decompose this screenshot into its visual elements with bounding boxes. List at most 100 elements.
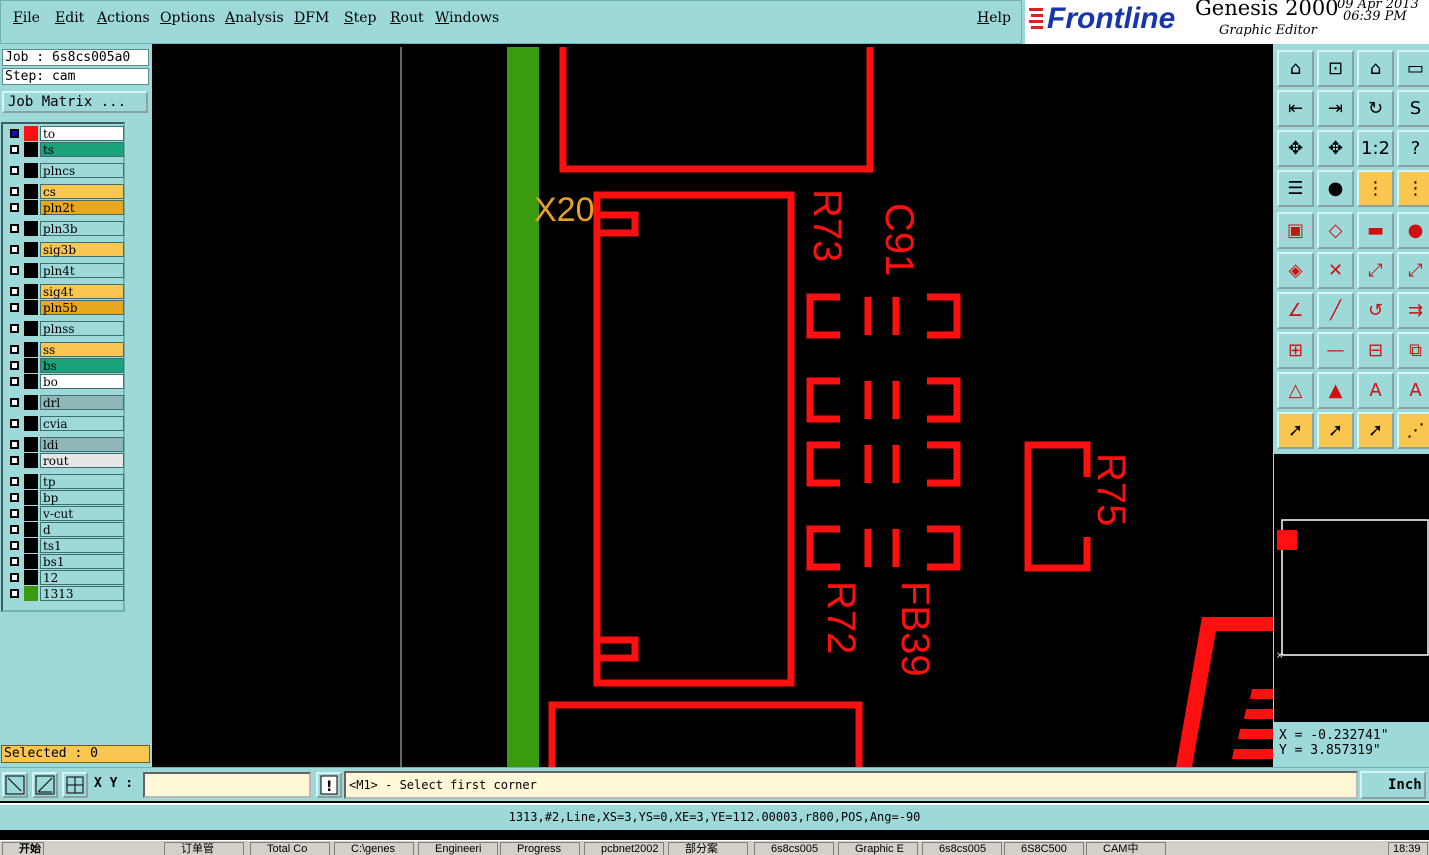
layer-checkbox[interactable] — [10, 573, 19, 582]
zoom-extents-tool[interactable]: ✥ — [1277, 130, 1314, 167]
layer-checkbox[interactable] — [10, 509, 19, 518]
menu-file[interactable]: File — [13, 10, 40, 26]
pointer-tool[interactable]: ➚ — [1277, 412, 1314, 449]
layer-color-swatch[interactable] — [24, 184, 38, 199]
layer-name[interactable]: plnss — [40, 321, 124, 336]
node-select-tool[interactable]: ◈ — [1277, 252, 1314, 289]
layer-checkbox[interactable] — [10, 145, 19, 154]
snap-button[interactable] — [32, 772, 58, 798]
layer-name[interactable]: rout — [40, 453, 124, 468]
layer-name[interactable]: d — [40, 522, 124, 537]
layer-checkbox[interactable] — [10, 377, 19, 386]
xy-input[interactable] — [143, 772, 311, 798]
layer-row-rout[interactable]: rout — [7, 453, 124, 468]
layer-name[interactable]: plncs — [40, 163, 124, 178]
layer-row-ldi[interactable]: ldi — [7, 437, 124, 452]
layer-name[interactable]: v-cut — [40, 506, 124, 521]
warning-icon[interactable]: ! — [316, 772, 342, 798]
zoom-area-button[interactable] — [2, 772, 28, 798]
layer-checkbox[interactable] — [10, 398, 19, 407]
menu-analysis[interactable]: Analysis — [225, 10, 284, 26]
layer-color-swatch[interactable] — [24, 416, 38, 431]
menu-dfm[interactable]: DFM — [294, 10, 329, 26]
layer-row-cvia[interactable]: cvia — [7, 416, 124, 431]
scale-1-2-tool[interactable]: 1:2 — [1357, 130, 1394, 167]
layer-checkbox[interactable] — [10, 129, 19, 138]
graphic-canvas[interactable]: X20 R73 C91 R75 R72 FB39 — [152, 47, 1273, 767]
layer-color-swatch[interactable] — [24, 437, 38, 452]
line-draw-tool[interactable]: ∠ — [1277, 292, 1314, 329]
layer-row-pln4t[interactable]: pln4t — [7, 263, 124, 278]
layer-color-swatch[interactable] — [24, 200, 38, 215]
taskbar-item[interactable]: Graphic E — [838, 842, 918, 855]
help-tool[interactable]: ? — [1397, 130, 1429, 167]
menu-help[interactable]: Help — [977, 10, 1011, 26]
units-selector[interactable]: Inch — [1360, 771, 1426, 799]
symbol-tool[interactable]: ⊟ — [1357, 332, 1394, 369]
layer-name[interactable]: to — [40, 126, 124, 141]
layer-checkbox[interactable] — [10, 187, 19, 196]
layer-color-swatch[interactable] — [24, 538, 38, 553]
layer-name[interactable]: pln4t — [40, 263, 124, 278]
layer-color-swatch[interactable] — [24, 284, 38, 299]
center-tool[interactable]: ✥ — [1317, 130, 1354, 167]
layer-name[interactable]: bs — [40, 358, 124, 373]
layer-color-swatch[interactable] — [24, 395, 38, 410]
pan-right-tool[interactable]: ⇥ — [1317, 90, 1354, 127]
taskbar-item[interactable]: 6s8cs005 — [922, 842, 1002, 855]
layer-row-pln3b[interactable]: pln3b — [7, 221, 124, 236]
layer-name[interactable]: bo — [40, 374, 124, 389]
layer-color-swatch[interactable] — [24, 586, 38, 601]
layer-checkbox[interactable] — [10, 361, 19, 370]
point-select-tool[interactable]: ⤢ — [1357, 252, 1394, 289]
layer-checkbox[interactable] — [10, 303, 19, 312]
layer-color-swatch[interactable] — [24, 263, 38, 278]
probe-tool[interactable]: ● — [1317, 170, 1354, 207]
layer-checkbox[interactable] — [10, 557, 19, 566]
layer-color-swatch[interactable] — [24, 506, 38, 521]
taskbar-item[interactable]: Engineeri — [418, 842, 498, 855]
layer-color-swatch[interactable] — [24, 163, 38, 178]
layer-color-swatch[interactable] — [24, 374, 38, 389]
layer-row-bo[interactable]: bo — [7, 374, 124, 389]
layer-checkbox[interactable] — [10, 493, 19, 502]
menu-edit[interactable]: Edit — [55, 10, 84, 26]
ruler-tool[interactable]: ▬ — [1357, 212, 1394, 249]
line-edit-tool[interactable]: ╱ — [1317, 292, 1354, 329]
highlight-net-tool[interactable]: ⋮ — [1357, 170, 1394, 207]
layer-color-swatch[interactable] — [24, 490, 38, 505]
layer-checkbox[interactable] — [10, 440, 19, 449]
taskbar-item[interactable]: C:\genes — [334, 842, 414, 855]
layer-checkbox[interactable] — [10, 224, 19, 233]
layer-color-swatch[interactable] — [24, 126, 38, 141]
layer-name[interactable]: sig4t — [40, 284, 124, 299]
layer-row-ss[interactable]: ss — [7, 342, 124, 357]
layer-row-bs[interactable]: bs — [7, 358, 124, 373]
zoom-in-tool[interactable]: ⊡ — [1317, 50, 1354, 87]
polygon-select-tool[interactable]: A — [1357, 372, 1394, 409]
layer-color-swatch[interactable] — [24, 554, 38, 569]
point-move-tool[interactable]: ⤢ — [1397, 252, 1429, 289]
layer-row-bs1[interactable]: bs1 — [7, 554, 124, 569]
layer-name[interactable]: 12 — [40, 570, 124, 585]
layer-color-swatch[interactable] — [24, 221, 38, 236]
taskbar-item[interactable]: pcbnet2002 — [584, 842, 664, 855]
layer-name[interactable]: 1313 — [40, 586, 124, 601]
layer-name[interactable]: ts1 — [40, 538, 124, 553]
layer-name[interactable]: cvia — [40, 416, 124, 431]
cross-tool[interactable]: ✕ — [1317, 252, 1354, 289]
layer-row-cs[interactable]: cs — [7, 184, 124, 199]
layer-row-drl[interactable]: drl — [7, 395, 124, 410]
layer-row-ts1[interactable]: ts1 — [7, 538, 124, 553]
menu-actions[interactable]: Actions — [97, 10, 150, 26]
start-button[interactable]: 开始 — [2, 842, 44, 855]
snapshot-tool[interactable]: ▣ — [1277, 212, 1314, 249]
layer-row-plnss[interactable]: plnss — [7, 321, 124, 336]
layer-row-pln2t[interactable]: pln2t — [7, 200, 124, 215]
line-cut-tool[interactable]: — — [1317, 332, 1354, 369]
layer-color-swatch[interactable] — [24, 474, 38, 489]
layer-row-tp[interactable]: tp — [7, 474, 124, 489]
menu-windows[interactable]: Windows — [435, 10, 499, 26]
polygon-cut-tool[interactable]: A — [1397, 372, 1429, 409]
pad-tool[interactable]: ● — [1397, 212, 1429, 249]
